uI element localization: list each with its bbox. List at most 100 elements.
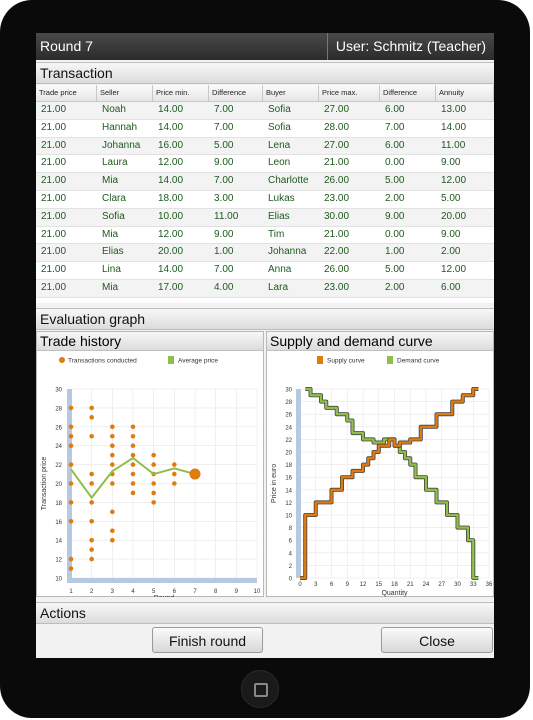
col-annuity-header[interactable]: Annuity: [436, 85, 494, 101]
table-row[interactable]: 21.00 Elias 20.00 1.00 Johanna 22.00 1.00 2.00: [36, 244, 494, 263]
y-tick-label: 22: [55, 463, 62, 469]
col-difference-cell: 1.00: [214, 246, 234, 258]
col-price-max-cell: 28.00: [324, 121, 350, 133]
col-annuity-cell: 13.00: [441, 104, 467, 115]
y-tick-label: 14: [285, 488, 292, 494]
x-tick-label: 36: [486, 582, 493, 588]
y-tick-label: 10: [55, 577, 62, 583]
transaction-point: [110, 433, 115, 439]
transaction-table[interactable]: Trade price Seller Price min. Difference Buy…: [36, 85, 494, 303]
y-tick-label: 0: [289, 577, 293, 583]
col-difference-2-cell: 6.00: [385, 104, 405, 115]
transaction-point: [110, 481, 115, 486]
col-difference-2-cell: 6.00: [385, 139, 405, 151]
x-tick-label: 8: [214, 589, 218, 595]
col-price-max-cell: 27.00: [324, 104, 350, 115]
y-tick-label: 20: [55, 482, 62, 488]
col-buyer-cell: Lena: [268, 139, 291, 151]
table-row[interactable]: 21.00 Mia 14.00 7.00 Charlotte 26.00 5.00 12.00: [36, 173, 494, 191]
col-difference-header[interactable]: Difference: [209, 85, 263, 101]
home-button[interactable]: [241, 670, 279, 708]
col-trade-price-cell: 21.00: [41, 210, 67, 222]
col-difference-cell: 9.00: [214, 157, 234, 169]
title-bar: Round 7 User: Schmitz (Teacher): [36, 33, 494, 60]
legend-marker-demand: [387, 356, 393, 364]
col-price-min-cell: 14.00: [158, 175, 184, 187]
y-tick-label: 18: [55, 501, 62, 507]
transaction-point: [130, 471, 136, 477]
col-buyer-cell: Lukas: [268, 193, 295, 204]
col-difference-2-cell: 2.00: [385, 282, 405, 293]
transaction-point: [130, 433, 136, 439]
col-buyer-cell: Johanna: [268, 246, 307, 258]
transaction-point: [68, 433, 74, 439]
transaction-point: [110, 452, 115, 458]
col-trade-price-cell: 21.00: [41, 175, 67, 187]
transaction-point: [68, 519, 74, 524]
col-annuity-cell: 12.00: [441, 264, 467, 276]
col-seller-cell: Mia: [102, 175, 119, 187]
col-trade-price-cell: 21.00: [41, 228, 67, 240]
table-row[interactable]: 21.00 Mia 17.00 4.00 Lara 23.00 2.00 6.00: [36, 280, 494, 298]
col-difference-2-cell: 7.00: [385, 121, 405, 133]
col-buyer-header[interactable]: Buyer: [263, 85, 319, 101]
col-price-min-cell: 18.00: [158, 193, 184, 204]
x-tick-label: 18: [391, 582, 398, 588]
col-buyer-cell: Sofia: [268, 121, 291, 133]
supply-curve-outline: [300, 387, 479, 580]
supply-demand-title: Supply and demand curve: [270, 333, 433, 349]
y-tick-label: 6: [289, 539, 293, 545]
table-row[interactable]: 21.00 Noah 14.00 7.00 Sofia 27.00 6.00 13.00: [36, 102, 494, 120]
close-button[interactable]: Close: [381, 627, 493, 653]
col-price-min-cell: 12.00: [158, 157, 184, 169]
col-trade-price-cell: 21.00: [41, 246, 67, 258]
col-seller-header[interactable]: Seller: [97, 85, 153, 101]
table-row[interactable]: 21.00 Lina 14.00 7.00 Anna 26.00 5.00 12.00: [36, 262, 494, 280]
table-row[interactable]: 21.00 Sofia 10.00 11.00 Elias 30.00 9.00 20.00: [36, 208, 494, 227]
transaction-point: [151, 462, 156, 467]
col-annuity-cell: 12.00: [441, 175, 467, 187]
col-price-min-cell: 12.00: [158, 228, 184, 240]
table-row[interactable]: 21.00 Laura 12.00 9.00 Leon 21.00 0.00 9.00: [36, 155, 494, 174]
supply-curve: [300, 387, 479, 580]
table-row[interactable]: 21.00 Clara 18.00 3.00 Lukas 23.00 2.00 5.00: [36, 191, 494, 209]
col-price-min-cell: 16.00: [158, 139, 184, 151]
col-price-min-cell: 10.00: [158, 210, 184, 222]
col-price-min-cell: 14.00: [158, 121, 184, 133]
y-tick-label: 22: [285, 438, 292, 444]
col-seller-cell: Elias: [102, 246, 124, 258]
y-tick-label: 16: [55, 520, 62, 526]
legend-label-supply: Supply curve: [327, 358, 365, 365]
transaction-title: Transaction: [40, 65, 113, 81]
evaluation-header: Evaluation graph: [36, 308, 494, 330]
table-row[interactable]: 21.00 Hannah 14.00 7.00 Sofia 28.00 7.00 14.00: [36, 120, 494, 138]
y-tick-label: 2: [289, 564, 293, 570]
x-tick-label: 9: [235, 589, 239, 595]
y-tick-label: 14: [55, 539, 62, 545]
y-tick-label: 24: [285, 425, 292, 431]
supply-demand-panel: Supply and demand curve 0 2 4 6 8 10 12 14 16 18 2…: [266, 331, 494, 597]
finish-round-button[interactable]: Finish round: [152, 627, 263, 653]
user-label: User: Schmitz (Teacher): [326, 33, 494, 60]
col-price-min-header[interactable]: Price min.: [153, 85, 209, 101]
evaluation-title: Evaluation graph: [40, 311, 146, 327]
x-tick-label: 6: [330, 582, 334, 588]
table-row[interactable]: 21.00 Johanna 16.00 5.00 Lena 27.00 6.00 11.00: [36, 137, 494, 156]
y-tick-label: 28: [55, 406, 62, 412]
col-buyer-cell: Tim: [268, 228, 285, 240]
app-screen: Round 7 User: Schmitz (Teacher) Transact…: [36, 33, 494, 658]
x-tick-label: 12: [360, 582, 367, 588]
col-seller-cell: Clara: [102, 193, 126, 204]
legend-label-demand: Demand curve: [397, 358, 440, 365]
col-trade-price-cell: 21.00: [41, 193, 67, 204]
col-price-max-header[interactable]: Price max.: [319, 85, 380, 101]
col-difference-cell: 11.00: [214, 210, 239, 222]
col-difference-2-cell: 5.00: [385, 175, 405, 187]
table-row[interactable]: 21.00 Mia 12.00 9.00 Tim 21.00 0.00 9.00: [36, 227, 494, 245]
transaction-point: [110, 537, 115, 543]
col-difference-2-cell: 5.00: [385, 264, 405, 276]
col-difference-2-header[interactable]: Difference: [380, 85, 436, 101]
x-tick-label: 33: [470, 582, 477, 588]
x-tick-label: 24: [423, 582, 430, 588]
col-trade-price-header[interactable]: Trade price: [36, 85, 97, 101]
